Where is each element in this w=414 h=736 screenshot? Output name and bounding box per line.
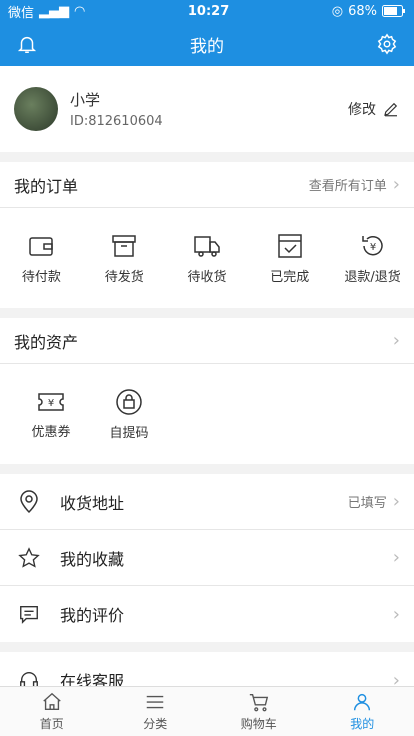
order-pending-shipment[interactable]: 待发货 xyxy=(83,232,166,285)
tab-category-label: 分类 xyxy=(143,717,168,731)
view-all-orders-label: 查看所有订单 xyxy=(308,179,387,194)
user-icon xyxy=(354,693,371,711)
page-title: 我的 xyxy=(190,36,224,57)
assets-grid: ¥ 优惠券 自提码 xyxy=(0,364,414,464)
order-pending-shipment-label: 待发货 xyxy=(104,269,144,285)
orders-card: 我的订单 查看所有订单 › 待付款 待发货 待收货 已完成 ¥ 退款/退货 xyxy=(0,162,414,308)
coupon-icon: ¥ xyxy=(38,392,64,411)
orders-header[interactable]: 我的订单 查看所有订单 › xyxy=(0,162,414,208)
order-pending-payment[interactable]: 待付款 xyxy=(0,232,83,285)
wifi-icon: ◠ xyxy=(74,3,86,19)
refund-icon: ¥ xyxy=(361,235,383,255)
home-icon xyxy=(43,692,61,711)
row-shipping-address[interactable]: 收货地址 已填写 › xyxy=(0,474,414,530)
list-icon xyxy=(147,695,164,709)
bag-icon xyxy=(116,388,142,415)
tab-me-label: 我的 xyxy=(350,717,375,731)
svg-text:¥: ¥ xyxy=(48,398,54,409)
asset-pickup-code-label: 自提码 xyxy=(109,425,149,441)
truck-icon xyxy=(194,235,220,257)
chevron-right-icon: › xyxy=(392,330,400,351)
order-refund-label: 退款/退货 xyxy=(344,269,401,285)
battery-icon xyxy=(382,5,405,17)
row-shipping-address-label: 收货地址 xyxy=(60,493,125,513)
wallet-icon xyxy=(29,236,54,256)
order-pending-receipt[interactable]: 待收货 xyxy=(166,232,249,285)
box-icon xyxy=(112,234,136,257)
profile-card[interactable]: 小学 ID:812610604 修改 xyxy=(0,66,414,152)
status-time: 10:27 xyxy=(187,3,230,19)
avatar[interactable] xyxy=(14,87,58,131)
view-all-orders-link[interactable]: 查看所有订单 › xyxy=(309,174,400,195)
svg-text:¥: ¥ xyxy=(369,242,375,253)
profile-id: ID:812610604 xyxy=(70,114,163,129)
order-pending-payment-label: 待付款 xyxy=(21,269,61,285)
nav-bar: 我的 xyxy=(0,22,414,66)
tab-home[interactable]: 首页 xyxy=(0,687,104,736)
cart-icon xyxy=(249,693,268,712)
check-box-icon xyxy=(278,233,302,258)
location-icon xyxy=(18,489,46,514)
order-completed[interactable]: 已完成 xyxy=(248,232,331,285)
chevron-right-icon: › xyxy=(392,547,400,568)
tab-cart-label: 购物车 xyxy=(240,717,277,731)
asset-pickup-code[interactable]: 自提码 xyxy=(90,388,168,441)
pencil-icon xyxy=(384,102,398,117)
status-carrier: 微信 xyxy=(8,5,35,21)
assets-title: 我的资产 xyxy=(14,332,79,352)
lock-rotation-icon: ◎ xyxy=(331,3,344,19)
status-battery: 68% xyxy=(348,3,377,19)
settings-list: 收货地址 已填写 › 我的收藏 › 我的评价 › xyxy=(0,474,414,642)
star-icon xyxy=(18,546,46,569)
edit-profile-button[interactable]: 修改 xyxy=(348,99,400,119)
assets-card: 我的资产 › ¥ 优惠券 自提码 xyxy=(0,318,414,464)
tab-home-label: 首页 xyxy=(39,717,64,731)
signal-icon: ▂▄▆ xyxy=(39,3,70,19)
tab-me[interactable]: 我的 xyxy=(311,687,414,736)
chevron-right-icon: › xyxy=(392,174,400,195)
row-reviews[interactable]: 我的评价 › xyxy=(0,586,414,642)
assets-header[interactable]: 我的资产 › xyxy=(0,318,414,364)
settings-icon[interactable] xyxy=(374,31,400,57)
status-bar: 微信 ▂▄▆ ◠ 10:27 ◎ 68% xyxy=(0,0,414,22)
profile-name: 小学 xyxy=(70,91,101,109)
order-pending-receipt-label: 待收货 xyxy=(187,269,227,285)
chevron-right-icon: › xyxy=(392,491,400,512)
row-reviews-label: 我的评价 xyxy=(60,606,125,625)
order-status-grid: 待付款 待发货 待收货 已完成 ¥ 退款/退货 xyxy=(0,208,414,308)
row-favorites[interactable]: 我的收藏 › xyxy=(0,530,414,586)
order-completed-label: 已完成 xyxy=(270,269,310,285)
asset-coupon-label: 优惠券 xyxy=(31,424,71,440)
tab-category[interactable]: 分类 xyxy=(104,687,208,736)
tab-cart[interactable]: 购物车 xyxy=(207,687,311,736)
row-shipping-address-value: 已填写 xyxy=(347,496,387,511)
chevron-right-icon: › xyxy=(392,603,400,625)
bell-icon[interactable] xyxy=(14,31,40,57)
edit-label: 修改 xyxy=(348,102,376,118)
comment-icon xyxy=(18,603,46,625)
tab-bar: 首页 分类 购物车 我的 xyxy=(0,686,414,736)
profile-info: 小学 ID:812610604 xyxy=(70,89,348,129)
row-favorites-label: 我的收藏 xyxy=(60,549,125,569)
order-refund[interactable]: ¥ 退款/退货 xyxy=(331,232,414,285)
asset-coupon[interactable]: ¥ 优惠券 xyxy=(12,389,90,440)
orders-title: 我的订单 xyxy=(14,176,79,196)
